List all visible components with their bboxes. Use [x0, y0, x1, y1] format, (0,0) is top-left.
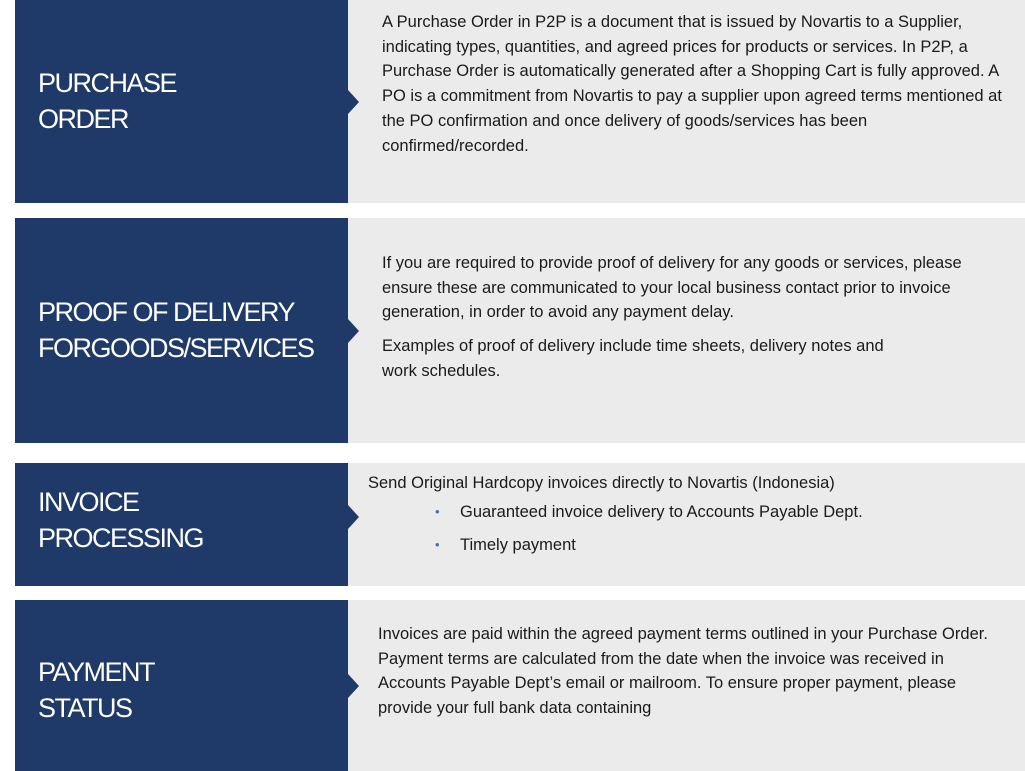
bullet-dot-icon: •	[435, 503, 440, 519]
section-label-box: PURCHASE ORDER	[15, 0, 348, 203]
section-purchase-order: PURCHASE ORDER A Purchase Order in P2P i…	[15, 0, 1025, 203]
arrow-pointer	[348, 89, 359, 114]
section-label: PROOF OF DELIVERY FORGOODS/SERVICES	[38, 297, 315, 363]
section-label: PAYMENT STATUS	[38, 657, 156, 723]
section-content: Invoices are paid within the agreed paym…	[348, 600, 1025, 771]
arrow-pointer	[348, 673, 359, 698]
section-label-box: PROOF OF DELIVERY FORGOODS/SERVICES	[15, 218, 348, 443]
section-label-box: INVOICE PROCESSING	[15, 463, 348, 586]
section-proof-of-delivery: PROOF OF DELIVERY FORGOODS/SERVICES If y…	[15, 218, 1025, 443]
section-paragraph: Send Original Hardcopy invoices directly…	[368, 474, 835, 492]
bullet-item: • Guaranteed invoice delivery to Account…	[435, 500, 1007, 525]
arrow-pointer	[348, 504, 359, 529]
section-label-box: PAYMENT STATUS	[15, 600, 348, 771]
bullet-item: • Timely payment	[435, 533, 1007, 558]
section-invoice-processing: INVOICE PROCESSING Send Original Hardcop…	[15, 463, 1025, 586]
bullet-dot-icon: •	[435, 537, 440, 553]
section-payment-status: PAYMENT STATUS Invoices are paid within …	[15, 600, 1025, 771]
section-content: If you are required to provide proof of …	[348, 218, 1025, 443]
bullet-text: Timely payment	[460, 536, 576, 555]
section-paragraph: Invoices are paid within the agreed paym…	[378, 625, 988, 718]
section-content: A Purchase Order in P2P is a document th…	[348, 0, 1025, 203]
bullet-list: • Guaranteed invoice delivery to Account…	[368, 500, 1007, 558]
section-label: PURCHASE ORDER	[38, 68, 178, 134]
section-content: Send Original Hardcopy invoices directly…	[348, 463, 1025, 586]
section-label: INVOICE PROCESSING	[38, 487, 205, 553]
section-paragraph: Examples of proof of delivery include ti…	[382, 337, 884, 380]
arrow-pointer	[348, 318, 359, 343]
section-paragraph: A Purchase Order in P2P is a document th…	[382, 13, 1002, 155]
section-paragraph: If you are required to provide proof of …	[382, 254, 962, 322]
bullet-text: Guaranteed invoice delivery to Accounts …	[460, 502, 863, 521]
